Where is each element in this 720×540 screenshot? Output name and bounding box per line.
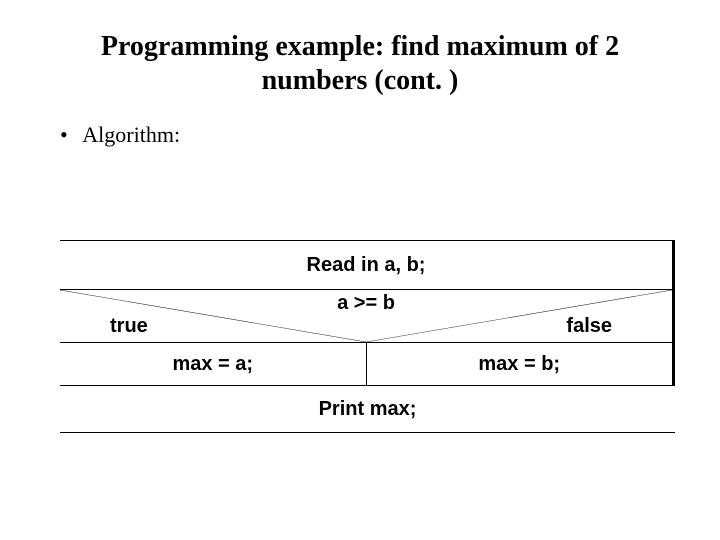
ns-branch-true: max = a; (60, 343, 366, 385)
ns-branch-false: max = b; (366, 343, 673, 385)
ns-branch-false-text: max = b; (478, 353, 560, 375)
ns-read-text: Read in a, b; (307, 254, 426, 276)
ns-branch-true-text: max = a; (172, 353, 253, 375)
ns-diagram: Read in a, b; a >= b true false max = a;… (60, 240, 675, 433)
ns-false-label: false (566, 315, 612, 338)
ns-read-block: Read in a, b; (60, 240, 675, 289)
ns-condition-block: a >= b true false (60, 289, 675, 342)
ns-print-block: Print max; (60, 385, 675, 433)
bullet-text: Algorithm: (82, 122, 180, 147)
ns-true-label: true (110, 315, 148, 338)
title-line-2: numbers (cont. ) (262, 65, 459, 96)
ns-branches: max = a; max = b; (60, 342, 675, 385)
ns-print-text: Print max; (319, 398, 417, 420)
slide-title: Programming example: find maximum of 2 n… (0, 0, 720, 97)
ns-condition-text: a >= b (60, 292, 672, 315)
bullet-row: • Algorithm: (0, 97, 720, 148)
slide: Programming example: find maximum of 2 n… (0, 0, 720, 540)
bullet-dot: • (60, 122, 78, 148)
title-line-1: Programming example: find maximum of 2 (101, 31, 619, 62)
